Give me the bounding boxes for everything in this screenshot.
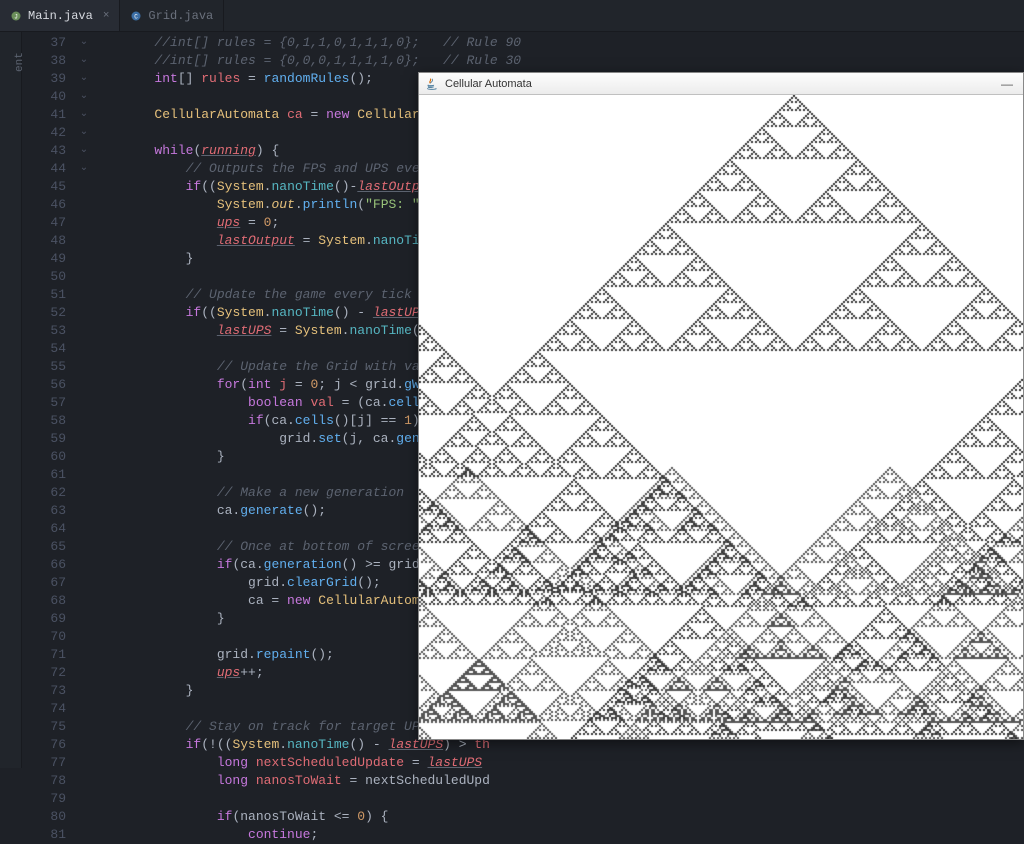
java-icon — [425, 77, 439, 91]
automata-canvas — [419, 95, 1023, 739]
tab-label: Grid.java — [148, 9, 213, 23]
tab-label: Main.java — [28, 9, 93, 23]
window-titlebar[interactable]: Cellular Automata — — [419, 73, 1023, 95]
cellular-automata-window[interactable]: Cellular Automata — — [418, 72, 1024, 740]
svg-text:C: C — [135, 13, 139, 20]
java-file-icon: C — [130, 10, 142, 22]
close-icon[interactable]: × — [99, 10, 110, 22]
automata-canvas-container — [419, 95, 1023, 739]
tab-main-java[interactable]: J Main.java × — [0, 0, 120, 31]
minimize-button[interactable]: — — [997, 77, 1017, 91]
window-title: Cellular Automata — [445, 78, 532, 90]
fold-gutter[interactable]: ⌄ ⌄⌄ ⌄ ⌄ ⌄ ⌄ ⌄ — [76, 32, 92, 768]
java-file-icon: J — [10, 10, 22, 22]
tool-window-stripe[interactable]: ent — [0, 32, 22, 768]
tab-grid-java[interactable]: C Grid.java — [120, 0, 224, 31]
svg-text:J: J — [14, 13, 18, 20]
line-number-gutter: 3738394041424344454647484950515253545556… — [22, 32, 76, 768]
tab-bar: J Main.java × C Grid.java — [0, 0, 1024, 32]
